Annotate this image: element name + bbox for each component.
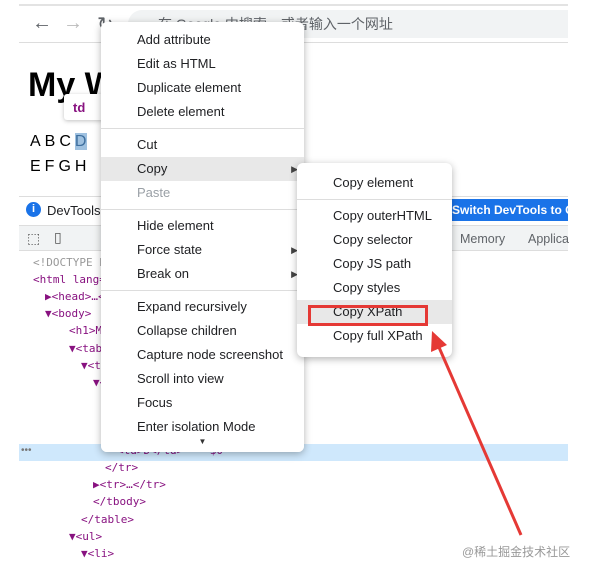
annotation-arrow <box>431 331 523 536</box>
watermark: @稀土掘金技术社区 <box>462 545 571 559</box>
arrow-shaft <box>436 344 523 536</box>
